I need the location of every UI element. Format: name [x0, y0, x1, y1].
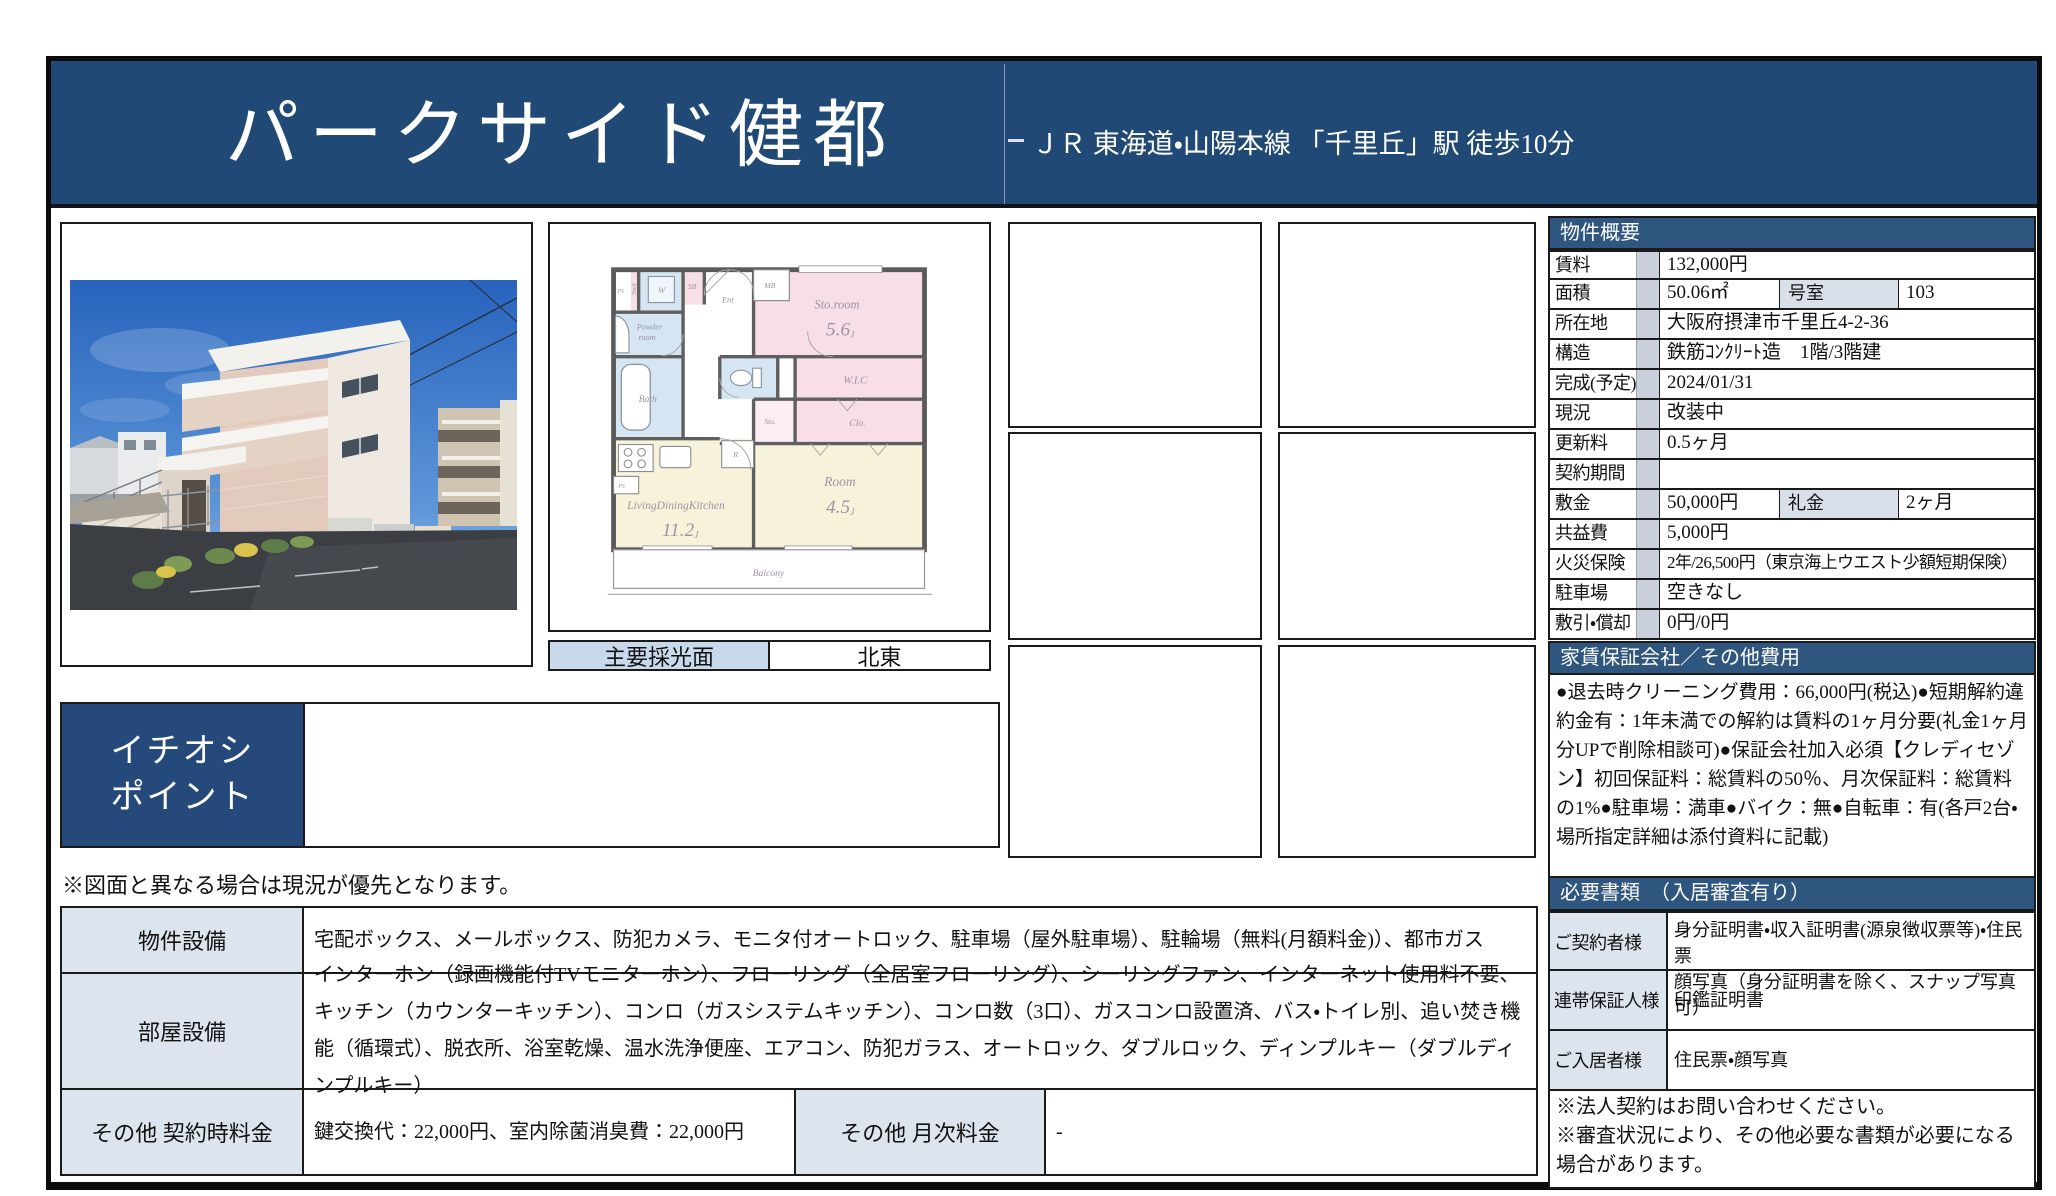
svg-text:W: W: [658, 285, 666, 295]
equipment-table: 物件設備 宅配ボックス、メールボックス、防犯カメラ、モニタ付オートロック、駐車場…: [60, 906, 1538, 1176]
equipment-row-label: 物件設備: [60, 906, 304, 974]
table-row: ご契約者様 身分証明書・収入証明書(源泉徴収票等)・住民票 顔写真（身分証明書を…: [1548, 911, 2036, 971]
table-row: 構造 鉄筋ｺﾝｸﾘｰﾄ造 1階/3階建: [1548, 340, 2036, 370]
table-row: 所在地 大阪府摂津市千里丘4-2-36: [1548, 310, 2036, 340]
table-row: 完成(予定)日 2024/01/31: [1548, 370, 2036, 400]
header-dash: [1008, 139, 1024, 142]
other-monthly-fee-label: その他 月次料金: [796, 1088, 1046, 1176]
floorplan-drawing: Sto.room 5.6J W.I.C Clo. Sto. Room 4.5J …: [592, 262, 948, 600]
property-title: パークサイド健都: [225, 92, 985, 181]
header-divider: [1004, 64, 1005, 204]
table-row: ご入居者様 住民票・顔写真: [1548, 1031, 2036, 1091]
svg-text:R: R: [732, 450, 738, 459]
kitchen-sink-icon: [660, 446, 691, 467]
equipment-row-value: インターホン（録画機能付TVモニターホン）、フローリング（全居室フローリング）、…: [304, 972, 1538, 1090]
table-row: 面積 50.06㎡ 号室 103: [1548, 280, 2036, 310]
svg-text:SB: SB: [688, 282, 697, 291]
other-contract-fee-value: 鍵交換代：22,000円、室内除菌消臭費：22,000円: [304, 1088, 796, 1176]
lighting-strip: 主要採光面 北東: [548, 640, 991, 671]
guarantee-title: 家賃保証会社／その他費用: [1548, 641, 2036, 675]
lighting-value: 北東: [770, 642, 989, 669]
table-row: その他 契約時料金 鍵交換代：22,000円、室内除菌消臭費：22,000円 そ…: [60, 1088, 1538, 1176]
guarantee-section: 家賃保証会社／その他費用 ●退去時クリーニング費用：66,000円(税込)●短期…: [1548, 641, 2036, 889]
svg-text:PS: PS: [616, 289, 624, 295]
caution-note: ※図面と異なる場合は現況が優先となります。: [62, 868, 521, 900]
table-row: 部屋設備 インターホン（録画機能付TVモニターホン）、フローリング（全居室フロー…: [60, 972, 1538, 1090]
svg-text:PS: PS: [617, 484, 625, 490]
svg-text:Clo.: Clo.: [849, 418, 865, 429]
overview-title: 物件概要: [1548, 216, 2036, 250]
station-access-text: ＪＲ 東海道・山陽本線 「千里丘」駅 徒歩10分: [1032, 122, 1574, 161]
empty-photo-box-2: [1278, 222, 1536, 428]
documents-section: 必要書類 （入居審査有り） ご契約者様 身分証明書・収入証明書(源泉徴収票等)・…: [1548, 876, 2036, 1189]
documents-note-2: ※審査状況により、その他必要な書類が必要になる場合があります。: [1556, 1122, 2028, 1180]
guarantee-content: ●退去時クリーニング費用：66,000円(税込)●短期解約違約金有：1年未満での…: [1548, 675, 2036, 889]
empty-photo-box-1: [1008, 222, 1262, 428]
table-row: 現況 改装中: [1548, 400, 2036, 430]
empty-photo-box-6: [1278, 645, 1536, 858]
svg-text:Balcony: Balcony: [753, 568, 785, 579]
other-contract-fee-label: その他 契約時料金: [60, 1088, 304, 1176]
empty-photo-box-4: [1278, 432, 1536, 640]
table-row: 敷金 50,000円 礼金 2ヶ月: [1548, 490, 2036, 520]
table-row: 敷引・償却 0円/0円: [1548, 610, 2036, 640]
svg-text:W.I.C: W.I.C: [843, 376, 868, 387]
building-photo: [70, 280, 517, 610]
floorplan-box: Sto.room 5.6J W.I.C Clo. Sto. Room 4.5J …: [548, 222, 991, 632]
table-row: 共益費 5,000円: [1548, 520, 2036, 550]
lighting-label: 主要採光面: [550, 642, 770, 669]
svg-text:Powder: Powder: [636, 323, 663, 332]
overview-section: 物件概要 賃料 132,000円 面積 50.06㎡ 号室 103 所在地 大阪…: [1548, 216, 2036, 640]
svg-text:room: room: [639, 333, 656, 342]
svg-text:Shelf: Shelf: [631, 282, 638, 295]
property-listing-sheet: パークサイド健都 ＪＲ 東海道・山陽本線 「千里丘」駅 徒歩10分: [0, 0, 2056, 1196]
other-monthly-fee-value: -: [1046, 1088, 1538, 1176]
ichioshi-content: [303, 702, 1000, 848]
svg-text:Bath: Bath: [639, 394, 657, 405]
svg-text:Room: Room: [823, 474, 856, 489]
table-row: 賃料 132,000円: [1548, 250, 2036, 280]
table-row: 火災保険 2年/26,500円（東京海上ウエスト少額短期保険）: [1548, 550, 2036, 580]
empty-photo-box-3: [1008, 432, 1262, 640]
ichioshi-label: イチオシ ポイント: [60, 702, 305, 848]
table-row: 連帯保証人様 印鑑証明書: [1548, 971, 2036, 1031]
stove-icon: [618, 445, 653, 472]
documents-note-1: ※法人契約はお問い合わせください。: [1556, 1093, 2028, 1122]
svg-text:Ent: Ent: [721, 295, 735, 305]
toilet-icon: [730, 368, 761, 387]
empty-photo-box-5: [1008, 645, 1262, 858]
photo-box: [60, 222, 533, 667]
table-row: 更新料 0.5ヶ月: [1548, 430, 2036, 460]
svg-text:MB: MB: [763, 281, 775, 290]
documents-title: 必要書類 （入居審査有り）: [1548, 876, 2036, 911]
equipment-row-label: 部屋設備: [60, 972, 304, 1090]
svg-text:11.2J: 11.2J: [662, 520, 699, 541]
svg-text:LivingDiningKitchen: LivingDiningKitchen: [626, 499, 725, 512]
svg-text:Sto.room: Sto.room: [814, 297, 859, 311]
table-row: 駐車場 空きなし: [1548, 580, 2036, 610]
documents-notes: ※法人契約はお問い合わせください。 ※審査状況により、その他必要な書類が必要にな…: [1548, 1091, 2036, 1189]
svg-text:Sto.: Sto.: [764, 417, 776, 426]
table-row: 契約期間: [1548, 460, 2036, 490]
